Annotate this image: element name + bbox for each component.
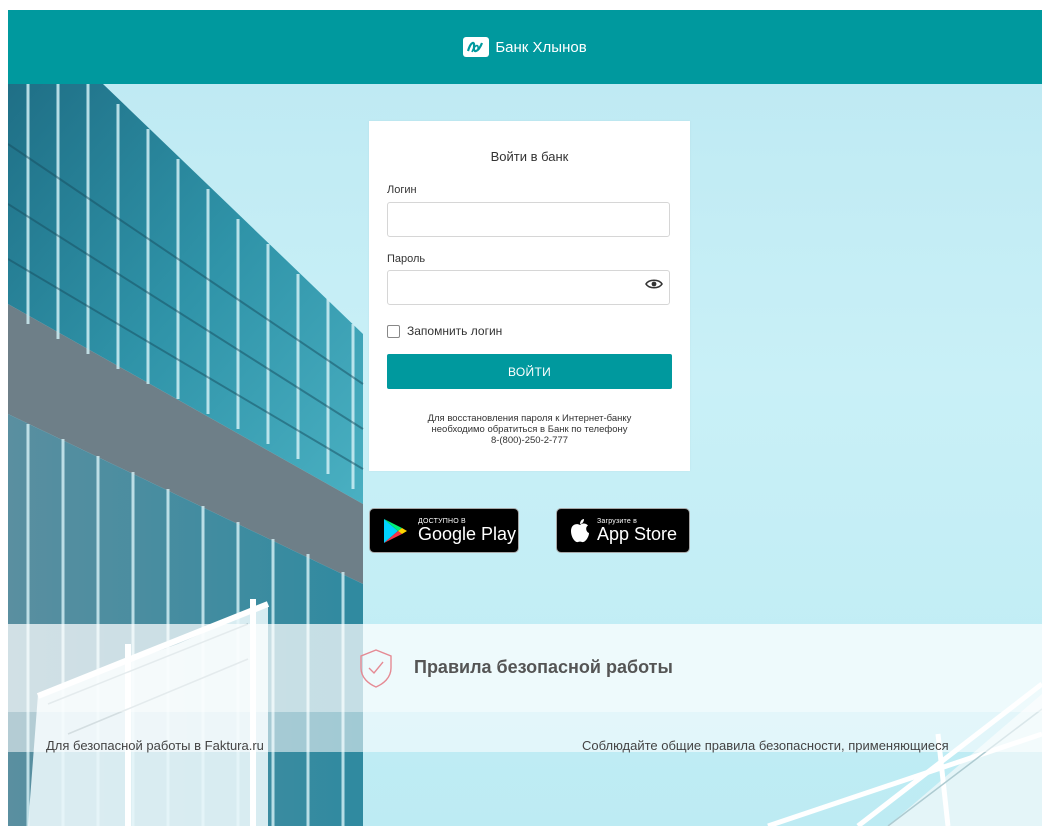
rules-title: Правила безопасной работы — [414, 657, 673, 677]
eye-icon[interactable] — [645, 278, 663, 290]
password-label: Пароль — [387, 253, 426, 265]
recovery-text: Для восстановления пароля к Интернет-бан… — [427, 413, 632, 446]
google-play-icon — [384, 518, 407, 543]
login-label: Логин — [387, 184, 417, 196]
remember-label: Запомнить логин — [407, 324, 503, 338]
apple-icon — [571, 518, 589, 542]
password-input[interactable] — [387, 270, 670, 305]
app-store-big: App Store — [597, 524, 678, 544]
bank-logo-icon — [463, 37, 490, 57]
remember-checkbox[interactable] — [387, 324, 400, 338]
app-store-badge[interactable]: Загрузите в App Store — [556, 508, 690, 553]
login-button[interactable]: ВОЙТИ — [387, 354, 672, 389]
bank-name: Банк Хлынов — [495, 38, 587, 56]
login-input[interactable] — [387, 202, 670, 237]
google-play-big: Google Play — [418, 524, 517, 544]
brand[interactable]: Банк Хлынов — [463, 37, 587, 57]
remember-login[interactable]: Запомнить логин — [387, 324, 502, 338]
google-play-badge[interactable]: ДОСТУПНО В Google Play — [369, 508, 519, 553]
rules-left-text: Для безопасной работы в Faktura.ru — [46, 738, 264, 753]
shield-icon — [360, 649, 392, 688]
login-title: Войти в банк — [490, 149, 569, 164]
login-card: Войти в банк Логин Пароль Запомнить логи… — [369, 121, 690, 471]
page-frame: Банк Хлынов Войти в банк Логин Пароль За… — [8, 10, 1042, 826]
rules-right-text: Соблюдайте общие правила безопасности, п… — [582, 738, 949, 753]
top-header: Банк Хлынов — [8, 10, 1042, 84]
